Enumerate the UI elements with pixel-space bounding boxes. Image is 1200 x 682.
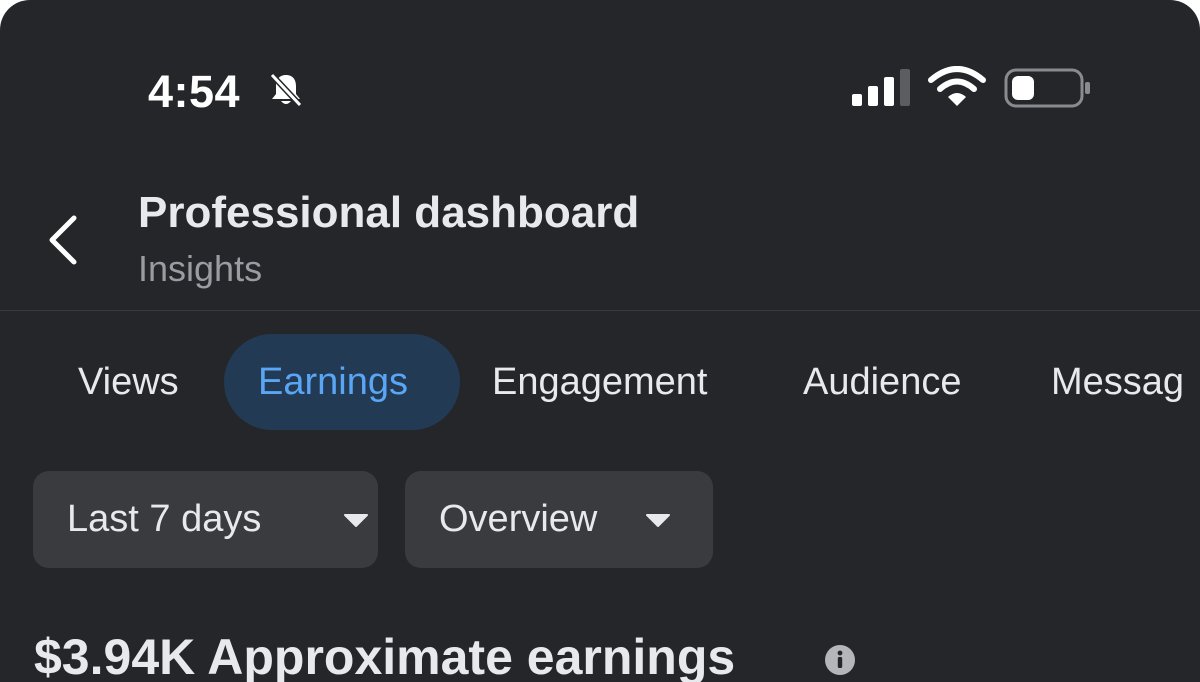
- phone-screen: 4:54 Professional dashboard Insights Vie…: [0, 0, 1200, 682]
- tab-earnings[interactable]: Earnings: [224, 334, 460, 430]
- overview-label: Overview: [439, 498, 598, 540]
- caret-down-icon: [646, 514, 670, 527]
- tab-views[interactable]: Views: [78, 334, 179, 430]
- signal-icon: [852, 69, 910, 106]
- page-subtitle: Insights: [138, 248, 263, 289]
- date-range-dropdown[interactable]: Last 7 days: [33, 471, 378, 568]
- tab-messages[interactable]: Messag: [1051, 334, 1184, 430]
- back-chevron-icon[interactable]: [40, 210, 84, 270]
- tab-audience[interactable]: Audience: [803, 334, 961, 430]
- header-divider: [0, 310, 1200, 311]
- tab-engagement[interactable]: Engagement: [492, 334, 708, 430]
- overview-dropdown[interactable]: Overview: [405, 471, 713, 568]
- earnings-headline: $3.94K Approximate earnings: [34, 629, 736, 682]
- date-range-label: Last 7 days: [67, 498, 262, 540]
- battery-icon: [1004, 68, 1090, 108]
- info-icon[interactable]: [824, 644, 856, 676]
- wifi-icon: [928, 66, 986, 106]
- page-title: Professional dashboard: [138, 188, 640, 237]
- status-time: 4:54: [148, 66, 241, 117]
- bell-slash-icon: [269, 72, 303, 108]
- caret-down-icon: [344, 514, 368, 527]
